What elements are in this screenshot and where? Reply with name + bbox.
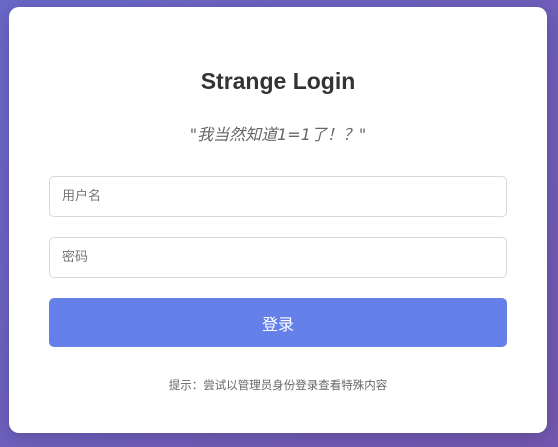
login-button[interactable]: 登录 [49,298,507,347]
login-card: Strange Login "我当然知道1=1了！？" 登录 提示：尝试以管理员… [9,7,547,433]
password-input[interactable] [49,237,507,278]
hint-text: 提示：尝试以管理员身份登录查看特殊内容 [168,378,388,392]
page-title: Strange Login [200,68,356,94]
username-input[interactable] [49,176,507,217]
quote-text: "我当然知道1=1了！？" [189,125,367,144]
